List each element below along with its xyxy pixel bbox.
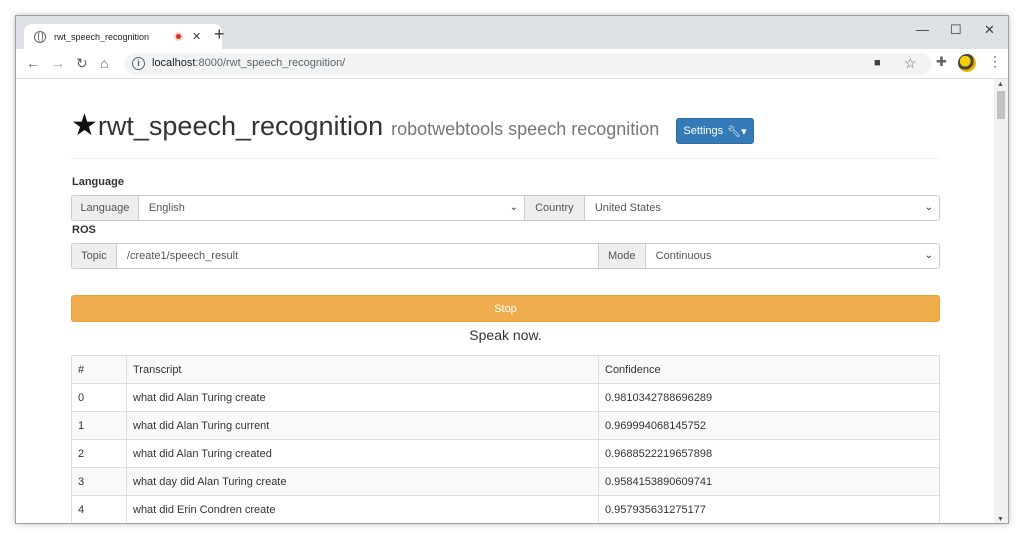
chevron-down-icon: ⌄ [509,202,518,213]
row-confidence: 0.9688522219657898 [598,439,940,468]
row-transcript: what day did Alan Turing create [126,467,599,496]
row-confidence: 0.9810342788696289 [598,383,940,412]
globe-icon [34,30,46,43]
topic-input[interactable]: /create1/speech_result [116,244,598,268]
page-title: rwt_speech_recognition [97,111,384,141]
row-index: 2 [71,439,127,468]
page-header: ★ rwt_speech_recognition robotwebtools s… [71,109,940,149]
url-path: :8000/rwt_speech_recognition/ [195,57,346,69]
language-heading: Language [72,176,124,188]
back-icon[interactable]: ← [26,55,40,71]
bookmark-star-icon[interactable]: ☆ [904,55,917,72]
table-row: 2 what did Alan Turing created 0.9688522… [71,439,940,468]
home-icon[interactable]: ⌂ [100,55,108,71]
tab-strip: rwt_speech_recognition ✕ + — ☐ ✕ [16,16,1008,49]
stop-button[interactable]: Stop [71,295,940,322]
header-transcript: Transcript [126,355,599,384]
chevron-down-icon: ⌄ [924,250,933,261]
url-host: localhost [152,57,196,69]
mode-select[interactable]: Continuous ⌄ [645,244,939,268]
address-bar[interactable]: i localhost:8000/rwt_speech_recognition/… [124,53,932,75]
extensions-icon[interactable]: ✚ [936,54,947,70]
minimize-icon[interactable]: — [916,22,929,37]
menu-kebab-icon[interactable]: ⋮ [988,53,1002,70]
row-confidence: 0.957935631275177 [598,495,940,523]
vertical-scrollbar[interactable]: ▲ ▼ [994,79,1008,523]
new-tab-button[interactable]: + [214,24,225,44]
table-row: 1 what did Alan Turing current 0.9699940… [71,411,940,440]
info-icon[interactable]: i [132,57,145,70]
table-row: 0 what did Alan Turing create 0.98103427… [71,383,940,412]
table-row: 4 what did Erin Condren create 0.9579356… [71,495,940,523]
scrollbar-thumb[interactable] [997,91,1005,119]
language-addon: Language [72,196,139,220]
header-confidence: Confidence [598,355,940,384]
settings-button[interactable]: Settings 🔧︎▾ [676,118,754,144]
profile-avatar[interactable] [958,54,976,72]
row-transcript: what did Alan Turing create [126,383,599,412]
row-transcript: what did Erin Condren create [126,495,599,523]
language-select[interactable]: English ⌄ [138,196,524,220]
language-input-group: Language English ⌄ Country United States… [71,195,940,221]
mode-addon: Mode [597,244,646,268]
country-addon: Country [523,196,585,220]
row-confidence: 0.969994068145752 [598,411,940,440]
mode-value: Continuous [655,250,712,262]
browser-toolbar: ← → ↻ ⌂ i localhost:8000/rwt_speech_reco… [16,49,1008,79]
row-index: 1 [71,411,127,440]
ros-heading: ROS [72,224,96,236]
scroll-up-icon[interactable]: ▲ [997,81,1004,88]
header-index: # [71,355,127,384]
maximize-icon[interactable]: ☐ [950,22,962,38]
close-tab-icon[interactable]: ✕ [192,30,201,43]
country-select[interactable]: United States ⌄ [584,196,939,220]
reload-icon[interactable]: ↻ [76,55,88,71]
row-index: 3 [71,467,127,496]
row-transcript: what did Alan Turing current [126,411,599,440]
topic-addon: Topic [72,244,117,268]
row-confidence: 0.9584153890609741 [598,467,940,496]
scroll-down-icon[interactable]: ▼ [997,516,1004,523]
wrench-icon: 🔧︎▾ [727,125,747,138]
settings-label: Settings [683,125,724,137]
close-window-icon[interactable]: ✕ [984,22,995,38]
url-text[interactable]: localhost:8000/rwt_speech_recognition/ [152,57,345,69]
forward-icon[interactable]: → [51,55,65,71]
browser-tab[interactable]: rwt_speech_recognition ✕ [24,24,222,49]
status-text: Speak now. [469,327,542,343]
camera-icon[interactable]: ■ [874,57,881,69]
page-viewport: ★ rwt_speech_recognition robotwebtools s… [16,79,994,523]
table-row: 3 what day did Alan Turing create 0.9584… [71,467,940,496]
chevron-down-icon: ⌄ [924,202,933,213]
country-value: United States [594,202,661,214]
star-icon: ★ [71,109,98,142]
divider [71,158,940,159]
tab-title: rwt_speech_recognition [54,31,150,42]
ros-input-group: Topic /create1/speech_result Mode Contin… [71,243,940,269]
row-index: 0 [71,383,127,412]
browser-window: rwt_speech_recognition ✕ + — ☐ ✕ ← → ↻ ⌂… [15,15,1009,524]
results-table: # Transcript Confidence 0 what did Alan … [71,355,940,523]
topic-value: /create1/speech_result [126,250,239,262]
row-transcript: what did Alan Turing created [126,439,599,468]
page-subtitle: robotwebtools speech recognition [391,119,660,139]
language-value: English [148,202,185,214]
table-header-row: # Transcript Confidence [71,355,940,384]
recording-icon [174,32,183,41]
row-index: 4 [71,495,127,523]
